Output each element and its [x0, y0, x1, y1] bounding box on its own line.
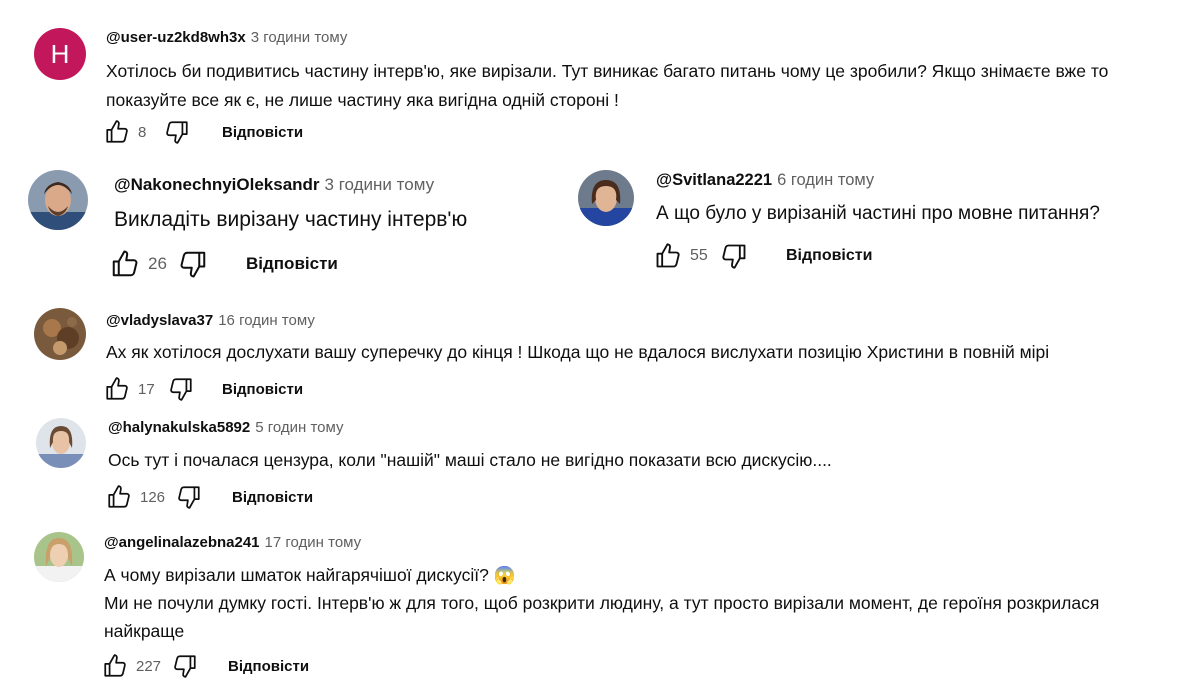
like-count: 55 — [690, 247, 708, 264]
comment-author[interactable]: @user-uz2kd8wh3x — [106, 29, 246, 46]
dislike-icon[interactable] — [720, 242, 748, 270]
like-icon[interactable] — [110, 249, 140, 279]
dislike-icon[interactable] — [168, 376, 194, 402]
comment-timestamp[interactable]: 6 годин тому — [777, 171, 874, 189]
like-count: 17 — [138, 380, 155, 398]
comment-author[interactable]: @vladyslava37 — [106, 312, 213, 329]
comment-text-line: показуйте все як є, не лише частину яка … — [106, 90, 619, 110]
comment-text-line: найкраще — [104, 621, 185, 641]
reply-button[interactable]: Відповісти — [232, 489, 313, 506]
reply-button[interactable]: Відповісти — [222, 124, 303, 141]
dislike-icon[interactable] — [176, 484, 202, 510]
reply-button[interactable]: Відповісти — [222, 381, 303, 398]
comment-timestamp[interactable]: 3 години тому — [251, 29, 348, 46]
comment-timestamp[interactable]: 17 годин тому — [265, 534, 362, 551]
like-count: 8 — [138, 123, 147, 141]
reply-button[interactable]: Відповісти — [786, 247, 872, 265]
comment-text-line: Хотілось би подивитись частину інтерв'ю,… — [106, 61, 1109, 81]
avatar[interactable] — [34, 308, 86, 360]
dislike-icon[interactable] — [164, 119, 190, 145]
comment-timestamp[interactable]: 16 годин тому — [218, 312, 315, 329]
comment-text-line: Ми не почули думку гості. Інтерв'ю ж для… — [104, 593, 1100, 613]
comment-text: А що було у вирізаній частині про мовне … — [656, 200, 1100, 228]
comment-author[interactable]: @Svitlana2221 — [656, 171, 772, 189]
comment-text: А чому вирізали шматок найгарячішої диск… — [104, 561, 1099, 645]
like-icon[interactable] — [104, 376, 130, 402]
comment-text: Ось тут і почалася цензура, коли "нашій"… — [108, 446, 832, 475]
like-count: 26 — [148, 254, 167, 273]
avatar[interactable] — [28, 170, 88, 230]
comment-text: Ах як хотілося дослухати вашу суперечку … — [106, 338, 1049, 367]
avatar[interactable] — [34, 532, 84, 582]
comment-author[interactable]: @NakonechnyiOleksandr — [114, 175, 320, 194]
like-count: 126 — [140, 488, 166, 506]
comment-text-line: Викладіть вирізану частину інтерв'ю — [114, 208, 468, 231]
reply-button[interactable]: Відповісти — [246, 254, 338, 274]
avatar-letter: H — [50, 38, 70, 69]
comment-timestamp[interactable]: 5 годин тому — [255, 419, 343, 436]
dislike-icon[interactable] — [178, 249, 208, 279]
comment-text-line: А чому вирізали шматок найгарячішої диск… — [104, 565, 516, 585]
comment-author[interactable]: @halynakulska5892 — [108, 419, 250, 436]
avatar[interactable] — [578, 170, 634, 226]
avatar[interactable] — [36, 418, 86, 468]
like-icon[interactable] — [102, 653, 128, 679]
comment-text: Викладіть вирізану частину інтерв'ю — [114, 205, 467, 235]
comment-text-line: Ах як хотілося дослухати вашу суперечку … — [106, 342, 1050, 362]
comment-timestamp[interactable]: 3 години тому — [325, 175, 435, 194]
comment-author[interactable]: @angelinalazebna241 — [104, 534, 260, 551]
like-icon[interactable] — [654, 242, 682, 270]
comment-text: Хотілось би подивитись частину інтерв'ю,… — [106, 57, 1108, 115]
comment-text-line: Ось тут і почалася цензура, коли "нашій"… — [108, 450, 832, 470]
dislike-icon[interactable] — [172, 653, 198, 679]
like-count: 227 — [136, 657, 162, 675]
reply-button[interactable]: Відповісти — [228, 658, 309, 675]
comment-text-line: А що було у вирізаній частині про мовне … — [656, 203, 1100, 224]
avatar[interactable]: H — [34, 28, 86, 80]
like-icon[interactable] — [104, 119, 130, 145]
like-icon[interactable] — [106, 484, 132, 510]
